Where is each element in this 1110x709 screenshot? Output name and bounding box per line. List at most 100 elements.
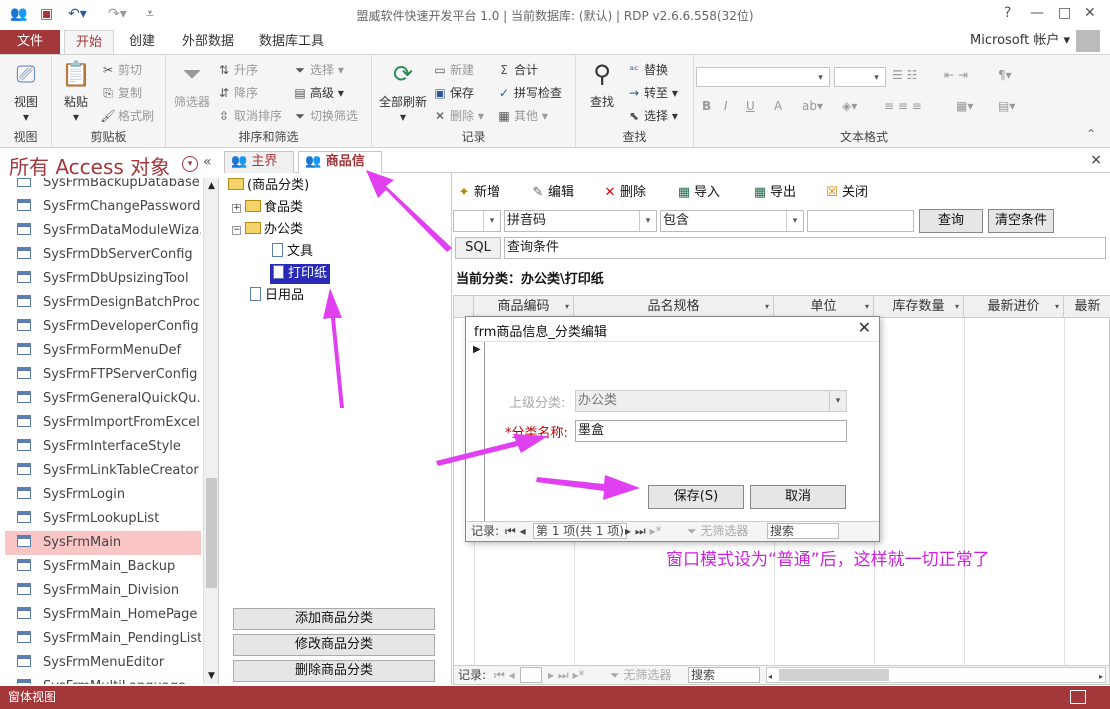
query-operator-combo[interactable]: 包含 ▾	[660, 210, 804, 232]
tree-node-office[interactable]: − 办公类	[232, 220, 303, 240]
no-filter-indicator[interactable]: ⏷ 无筛选器	[610, 666, 671, 684]
font-color-button[interactable]: A	[774, 99, 782, 113]
tree-node-food[interactable]: + 食品类	[232, 198, 303, 218]
font-size-combo[interactable]: ▾	[834, 67, 886, 87]
close-doc-icon[interactable]: ×	[1090, 152, 1102, 168]
nav-item[interactable]: SysFrmMain	[5, 531, 201, 555]
nav-item[interactable]: SysFrmBackupDatabase	[5, 178, 201, 195]
dialog-search-input[interactable]: 搜索	[767, 523, 839, 539]
hscroll-thumb[interactable]	[779, 669, 889, 681]
category-name-input[interactable]: 墨盒	[575, 420, 847, 442]
underline-button[interactable]: U	[746, 99, 755, 113]
column-header[interactable]: 品名规格 ▾	[574, 296, 774, 318]
query-button[interactable]: 查询	[919, 209, 983, 233]
add-category-button[interactable]: 添加商品分类	[233, 608, 435, 630]
expand-icon[interactable]: +	[232, 204, 241, 213]
view-button[interactable]: ⎚ 视图 ▾	[6, 59, 46, 124]
collapse-nav-icon[interactable]: «	[203, 154, 212, 170]
tree-node-daily[interactable]: 日用品	[250, 286, 304, 306]
toggle-filter-button[interactable]: ⏷ 切换筛选	[292, 107, 358, 124]
horizontal-scrollbar[interactable]: ◂ ▸	[766, 667, 1106, 683]
scroll-down-icon[interactable]: ▼	[204, 668, 218, 684]
rtl-icon[interactable]: ¶▾	[998, 68, 1012, 82]
column-header[interactable]: 最新	[1064, 296, 1110, 318]
edit-category-button[interactable]: 修改商品分类	[233, 634, 435, 656]
toolbar-export-button[interactable]: ▦ 导出	[752, 181, 796, 200]
nav-item[interactable]: SysFrmMain_Backup	[5, 555, 201, 579]
close-window-button[interactable]: ✕	[1084, 5, 1096, 21]
nav-item[interactable]: SysFrmChangePassword	[5, 195, 201, 219]
nav-item[interactable]: SysFrmMenuEditor	[5, 651, 201, 675]
goto-button[interactable]: → 转至 ▾	[626, 84, 678, 101]
chevron-down-icon[interactable]: ▾	[765, 296, 769, 318]
column-header[interactable]: 库存数量 ▾	[874, 296, 964, 318]
parent-category-combo[interactable]: 办公类 ▾	[575, 390, 847, 412]
sql-label[interactable]: SQL	[455, 237, 501, 259]
fill-icon[interactable]: ◈▾	[842, 99, 857, 113]
clear-conditions-button[interactable]: 清空条件	[988, 209, 1054, 233]
collapse-icon[interactable]: −	[232, 226, 241, 235]
nav-pane-header[interactable]: 所有 Access 对象 ▾ «	[5, 150, 219, 179]
dialog-record-position[interactable]: 第 1 项(共 1 项)	[533, 523, 627, 539]
cut-button[interactable]: ✂ 剪切	[100, 61, 142, 78]
record-next-icon[interactable]: ▸ ⏭ ▸*	[548, 666, 584, 684]
toolbar-edit-button[interactable]: ✎ 编辑	[530, 181, 574, 200]
highlight-icon[interactable]: ab▾	[802, 99, 823, 113]
dialog-no-filter[interactable]: ⏷ 无筛选器	[687, 522, 748, 540]
nav-item[interactable]: SysFrmImportFromExcel	[5, 411, 201, 435]
column-header[interactable]: 单位 ▾	[774, 296, 874, 318]
sql-condition-field[interactable]: 查询条件	[504, 237, 1106, 259]
tab-database-tools[interactable]: 数据库工具	[259, 30, 324, 54]
nav-item[interactable]: SysFrmMain_Division	[5, 579, 201, 603]
query-value-input[interactable]	[807, 210, 914, 232]
column-header[interactable]: 商品编码 ▾	[474, 296, 574, 318]
avatar[interactable]	[1076, 30, 1100, 52]
nav-item[interactable]: SysFrmFormMenuDef	[5, 339, 201, 363]
tab-create[interactable]: 创建	[129, 30, 155, 54]
tree-node-stationery[interactable]: 文具	[272, 242, 313, 262]
sort-asc-button[interactable]: ⇅ 升序	[216, 61, 258, 78]
selection-button[interactable]: ⏷ 选择 ▾	[292, 61, 344, 78]
new-record-button[interactable]: ▭ 新建	[432, 61, 474, 78]
grid-search-input[interactable]: 搜索	[688, 667, 760, 683]
toolbar-delete-button[interactable]: ✕ 删除	[602, 181, 646, 200]
filter-button[interactable]: ⏷ 筛选器	[172, 59, 212, 110]
indent-icon[interactable]: ⇤ ⇥	[944, 68, 968, 82]
delete-record-button[interactable]: ✕ 删除 ▾	[432, 107, 484, 124]
nav-item[interactable]: SysFrmMultiLanguage	[5, 675, 201, 684]
nav-item[interactable]: SysFrmFTPServerConfig	[5, 363, 201, 387]
chevron-down-icon[interactable]: ▾	[865, 296, 869, 318]
maximize-button[interactable]: □	[1058, 5, 1071, 21]
dialog-first-icon[interactable]: ⏮ ◂	[505, 522, 526, 540]
align-icon[interactable]: ≡ ≡ ≡	[884, 99, 922, 113]
record-position-input[interactable]	[520, 667, 542, 683]
nav-item[interactable]: SysFrmMain_HomePage	[5, 603, 201, 627]
nav-item[interactable]: SysFrmGeneralQuickQu...	[5, 387, 201, 411]
replace-button[interactable]: ᵃᶜ 替换	[626, 61, 668, 78]
scroll-up-icon[interactable]: ▲	[204, 178, 218, 194]
alt-row-icon[interactable]: ▤▾	[998, 99, 1015, 113]
scroll-right-icon[interactable]: ▸	[1099, 668, 1103, 686]
tab-home[interactable]: 开始	[64, 30, 114, 54]
format-painter-button[interactable]: 🖌 格式刷	[100, 107, 154, 124]
tab-main-form[interactable]: 👥 主界面	[224, 151, 294, 189]
account-menu[interactable]: Microsoft 帐户 ▾	[970, 30, 1070, 52]
nav-item[interactable]: SysFrmDataModuleWiza...	[5, 219, 201, 243]
form-view-icon[interactable]	[1070, 690, 1086, 704]
nav-item[interactable]: SysFrmLogin	[5, 483, 201, 507]
help-button[interactable]: ?	[1004, 5, 1011, 21]
query-field-combo[interactable]: 拼音码 ▾	[504, 210, 657, 232]
nav-item[interactable]: SysFrmLinkTableCreator	[5, 459, 201, 483]
minimize-button[interactable]: —	[1030, 5, 1044, 21]
nav-item[interactable]: SysFrmDbServerConfig	[5, 243, 201, 267]
toolbar-import-button[interactable]: ▦ 导入	[676, 181, 720, 200]
chevron-down-icon[interactable]: ▾	[955, 296, 959, 318]
remove-sort-button[interactable]: ⇳ 取消排序	[216, 107, 282, 124]
nav-item[interactable]: SysFrmMain_PendingList	[5, 627, 201, 651]
nav-scrollbar[interactable]: ▲ ▼	[203, 178, 218, 684]
spelling-button[interactable]: ✓ 拼写检查	[496, 84, 562, 101]
nav-item[interactable]: SysFrmLookupList	[5, 507, 201, 531]
paste-button[interactable]: 📋 粘贴 ▾	[58, 59, 94, 124]
bold-button[interactable]: B	[702, 99, 711, 113]
refresh-all-button[interactable]: ⟳ 全部刷新 ▾	[376, 59, 430, 124]
